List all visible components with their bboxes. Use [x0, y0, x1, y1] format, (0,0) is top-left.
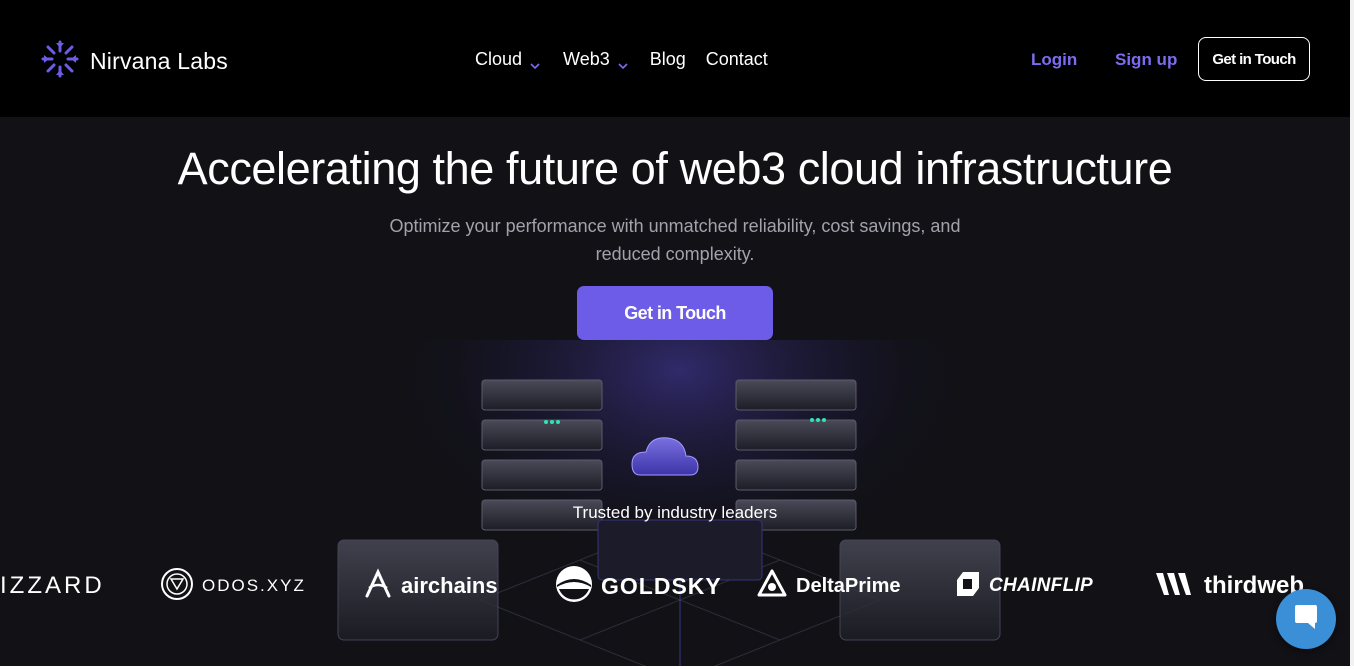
site-header: Nirvana Labs Cloud Web3 Blog Contact Log… — [0, 0, 1354, 117]
partner-logo-odos: ODOS.XYZ — [160, 560, 306, 612]
signup-link[interactable]: Sign up — [1115, 50, 1177, 70]
partner-logos: IZZARD ODOS.XYZ airchains GOLDSKY DeltaP — [0, 560, 1354, 612]
partner-logo-text: IZZARD — [0, 572, 105, 599]
nav-item-web3[interactable]: Web3 — [563, 49, 628, 70]
trusted-heading: Trusted by industry leaders — [572, 503, 778, 522]
partner-logo-text: GOLDSKY — [601, 572, 722, 599]
page-scrollbar[interactable] — [1350, 0, 1354, 666]
partner-logo-izzard: IZZARD — [0, 560, 105, 612]
hero-get-in-touch-button[interactable]: Get in Touch — [577, 286, 773, 340]
chevron-down-icon — [618, 55, 628, 69]
nav-item-contact[interactable]: Contact — [706, 49, 768, 70]
chevron-down-icon — [530, 55, 540, 69]
goldsky-logo-icon — [555, 565, 593, 608]
chat-launcher-button[interactable] — [1276, 589, 1336, 649]
nav-item-label: Web3 — [563, 49, 610, 69]
nav-item-cloud[interactable]: Cloud — [475, 49, 540, 70]
partner-logo-text: airchains — [401, 573, 498, 598]
partner-logo-text: ODOS.XYZ — [202, 576, 306, 595]
login-link[interactable]: Login — [1031, 50, 1077, 70]
partner-logo-text: DeltaPrime — [796, 574, 901, 597]
brand-name: Nirvana Labs — [90, 48, 228, 74]
partner-logo-text: CHAINFLIP — [989, 575, 1094, 596]
partner-logo-chainflip: CHAINFLIP — [955, 560, 1093, 612]
partner-logo-airchains: airchains — [363, 560, 498, 612]
deltaprime-logo-icon — [756, 568, 788, 605]
thirdweb-logo-icon — [1156, 571, 1196, 602]
hero-title: Accelerating the future of web3 cloud in… — [177, 143, 1173, 194]
main-nav: Cloud Web3 Blog Contact — [475, 49, 768, 70]
hero-subtitle: Optimize your performance with unmatched… — [389, 216, 961, 264]
header-get-in-touch-button[interactable]: Get in Touch — [1198, 37, 1310, 81]
nav-item-label: Cloud — [475, 49, 523, 69]
nirvana-logo-icon — [40, 39, 80, 84]
odos-logo-icon — [160, 567, 194, 606]
chainflip-logo-icon — [955, 570, 981, 603]
chat-bubble-icon — [1291, 602, 1321, 637]
brand-logo[interactable]: Nirvana Labs — [40, 39, 228, 84]
nav-item-label: Blog — [649, 49, 686, 69]
nav-item-blog[interactable]: Blog — [650, 49, 686, 70]
partner-logo-deltaprime: DeltaPrime — [756, 560, 901, 612]
landing-page: Nirvana Labs Cloud Web3 Blog Contact Log… — [0, 0, 1354, 666]
airchains-logo-icon — [363, 567, 393, 605]
nav-item-label: Contact — [705, 49, 768, 69]
partner-logo-goldsky: GOLDSKY — [555, 560, 722, 612]
